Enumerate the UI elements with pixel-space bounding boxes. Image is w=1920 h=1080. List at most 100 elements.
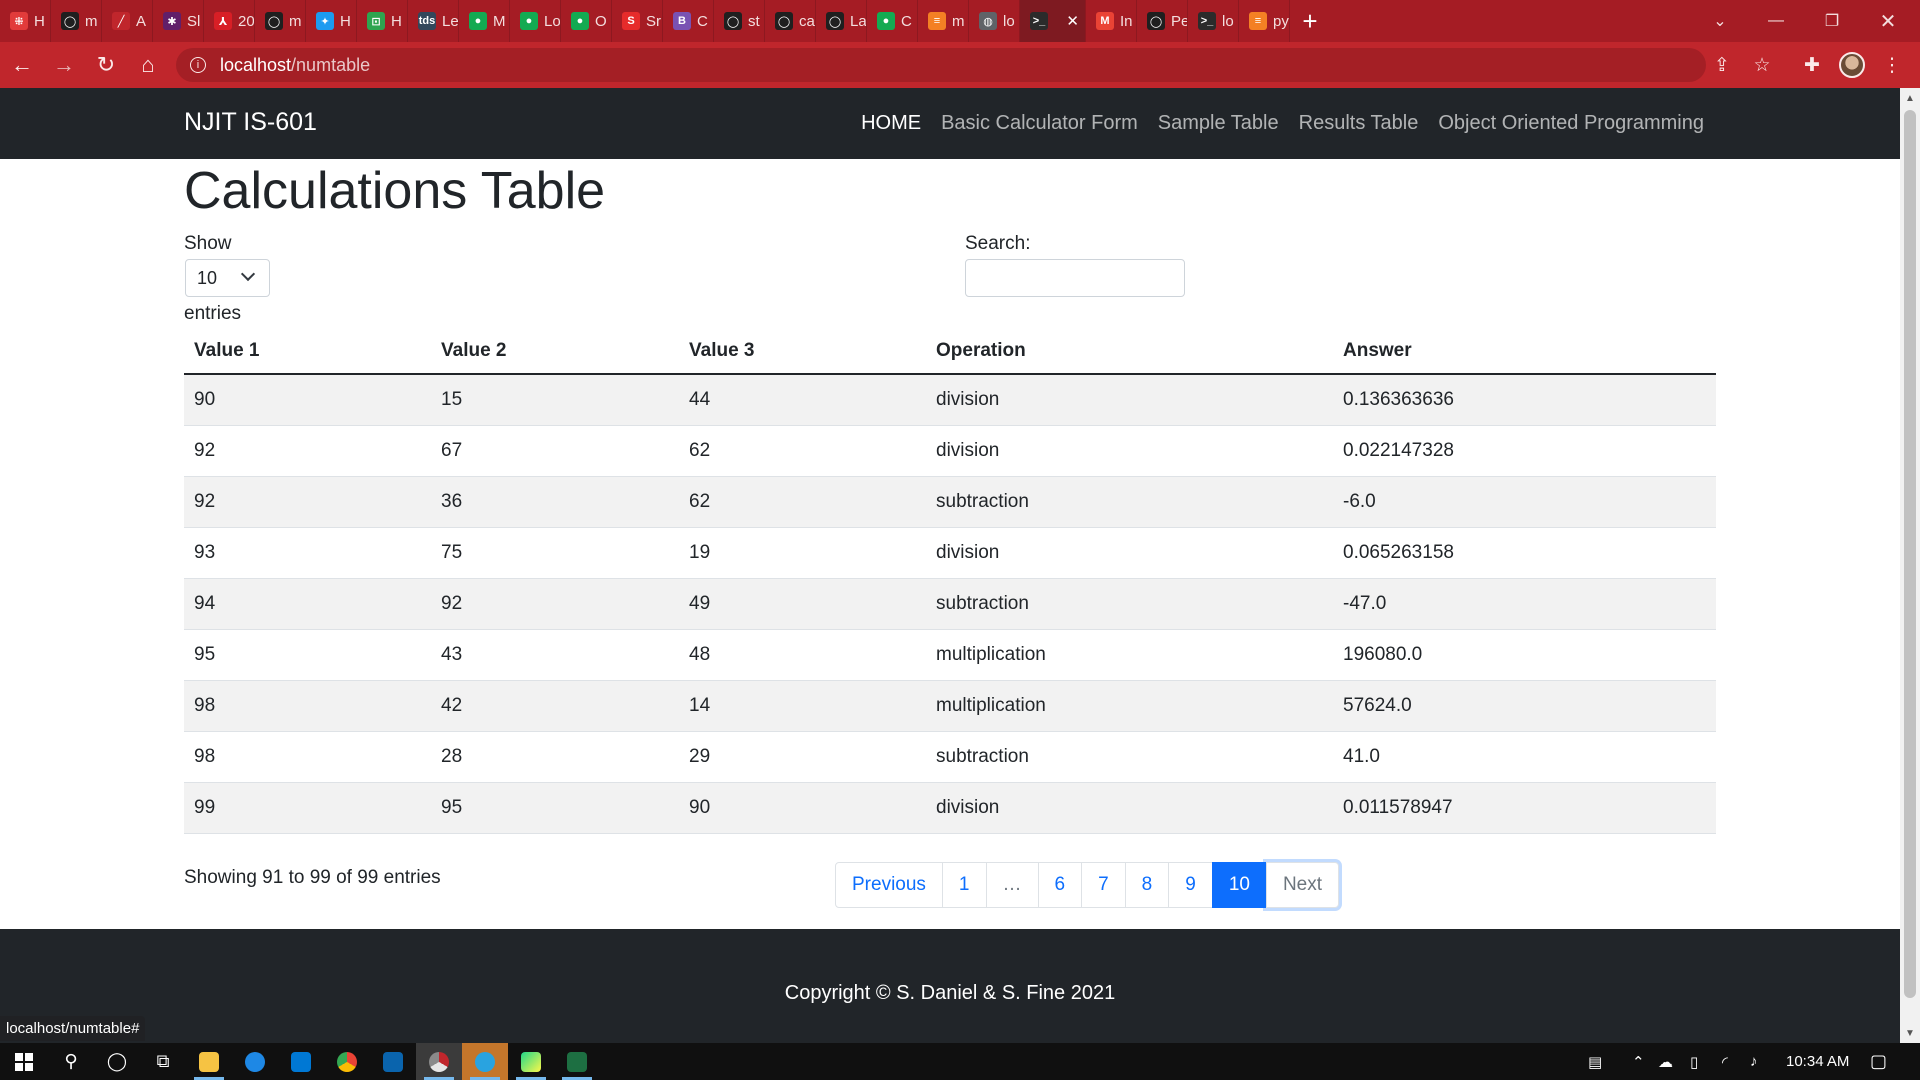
browser-tab[interactable]: M In — [1086, 0, 1137, 42]
forward-icon[interactable]: → — [44, 45, 84, 85]
entries-select[interactable]: 10 — [185, 259, 270, 297]
pagination-page-9[interactable]: 9 — [1168, 862, 1213, 908]
pagination-next-button[interactable]: Next — [1265, 862, 1340, 908]
browser-tab[interactable]: ● Lo — [510, 0, 561, 42]
task-view-icon[interactable]: ⧉ — [140, 1043, 186, 1080]
clock-time[interactable]: 10:34 AM — [1786, 1043, 1849, 1080]
battery-icon[interactable]: ▯ — [1690, 1043, 1698, 1080]
twitter-icon: ✦ — [316, 12, 334, 30]
hyperskill-icon: ⊡ — [367, 12, 385, 30]
tab-search-icon[interactable]: ⌄ — [1692, 0, 1748, 42]
scrollbar-thumb[interactable] — [1904, 110, 1916, 998]
chrome-icon[interactable] — [324, 1043, 370, 1080]
browser-tab-label: O — [595, 12, 607, 30]
globe-icon: ◍ — [979, 12, 997, 30]
onedrive-icon[interactable]: ☁ — [1658, 1043, 1673, 1080]
address-bar[interactable]: i localhost/numtable — [176, 48, 1706, 82]
browser-tab[interactable]: ◯ ca — [765, 0, 816, 42]
share-icon[interactable]: ⇪ — [1702, 42, 1742, 88]
bookmark-star-icon[interactable]: ☆ — [1742, 42, 1782, 88]
browser-tab[interactable]: ◯ Pe — [1137, 0, 1188, 42]
browser-tab[interactable]: ◯ m — [51, 0, 102, 42]
browser-toolbar: ← → ↻ ⌂ i localhost/numtable ⇪ ☆ ✚ ⋮ — [0, 42, 1920, 88]
browser-tab[interactable]: ● C — [867, 0, 918, 42]
windows-start-icon[interactable] — [0, 1043, 48, 1080]
edge-icon[interactable] — [232, 1043, 278, 1080]
column-header-answer[interactable]: Answer — [1333, 329, 1716, 375]
notifications-icon[interactable]: ▢ — [1870, 1043, 1887, 1080]
table-cell: subtraction — [926, 578, 1333, 630]
search-input[interactable] — [965, 259, 1185, 297]
volume-icon[interactable]: ♪ — [1750, 1043, 1758, 1080]
close-tab-icon[interactable]: ✕ — [1066, 12, 1079, 30]
back-icon[interactable]: ← — [2, 45, 42, 85]
browser-tab[interactable]: ◍ lo — [969, 0, 1020, 42]
nav-link-basic-calculator-form[interactable]: Basic Calculator Form — [941, 112, 1138, 135]
extensions-icon[interactable]: ✚ — [1792, 42, 1832, 88]
column-header-value-3[interactable]: Value 3 — [679, 329, 926, 375]
pagination-page-8[interactable]: 8 — [1124, 862, 1170, 908]
pagination-page-6[interactable]: 6 — [1037, 862, 1083, 908]
scroll-up-arrow-icon[interactable]: ▲ — [1900, 88, 1920, 108]
browser-tab[interactable]: ⅄ 20 — [204, 0, 255, 42]
table-cell: 99 — [184, 782, 431, 834]
menu-kebab-icon[interactable]: ⋮ — [1872, 42, 1912, 88]
chrome-active-icon[interactable] — [416, 1043, 462, 1080]
nav-link-object-oriented-programming[interactable]: Object Oriented Programming — [1438, 112, 1704, 135]
column-header-operation[interactable]: Operation — [926, 329, 1333, 375]
scroll-down-arrow-icon[interactable]: ▼ — [1900, 1023, 1920, 1043]
minimize-icon[interactable]: — — [1748, 0, 1804, 42]
profile-avatar[interactable] — [1832, 42, 1872, 88]
site-navbar: NJIT IS-601 HOME Basic Calculator Form S… — [0, 88, 1900, 159]
wifi-icon[interactable]: ◜ — [1722, 1043, 1728, 1080]
news-icon[interactable]: ▤ — [1588, 1043, 1602, 1080]
browser-tab[interactable]: ● M — [459, 0, 510, 42]
browser-tab[interactable]: ● O — [561, 0, 612, 42]
file-explorer-icon[interactable] — [186, 1043, 232, 1080]
app-orange-icon[interactable] — [462, 1043, 508, 1080]
browser-tab[interactable]: ✦ H — [306, 0, 357, 42]
reload-icon[interactable]: ↻ — [86, 45, 126, 85]
browser-tab[interactable]: S Sr — [612, 0, 663, 42]
browser-tab[interactable]: ✱ Sl — [153, 0, 204, 42]
browser-tab[interactable]: ◯ La — [816, 0, 867, 42]
nav-link-results-table[interactable]: Results Table — [1299, 112, 1419, 135]
table-cell: -47.0 — [1333, 578, 1716, 630]
table-cell: 0.022147328 — [1333, 425, 1716, 477]
pycharm-icon[interactable] — [508, 1043, 554, 1080]
column-header-value-1[interactable]: Value 1 — [184, 329, 431, 375]
browser-tab[interactable]: ⁜ H — [0, 0, 51, 42]
pagination-previous-button[interactable]: Previous — [835, 862, 943, 908]
pagination-page-1[interactable]: 1 — [941, 862, 987, 908]
browser-tab[interactable]: ≡ m — [918, 0, 969, 42]
browser-tab[interactable]: ⊡ H — [357, 0, 408, 42]
close-window-icon[interactable]: ✕ — [1860, 0, 1916, 42]
browser-tab[interactable]: ◯ m — [255, 0, 306, 42]
search-icon[interactable]: ⚲ — [48, 1043, 94, 1080]
table-cell: 43 — [431, 629, 679, 681]
mongodb-icon: ● — [571, 12, 589, 30]
pagination-page-7[interactable]: 7 — [1081, 862, 1126, 908]
site-brand[interactable]: NJIT IS-601 — [184, 108, 317, 137]
browser-tab[interactable]: >_ ✕ — [1020, 0, 1086, 42]
site-info-icon[interactable]: i — [190, 57, 206, 73]
store-icon[interactable] — [278, 1043, 324, 1080]
pagination-page-10-current[interactable]: 10 — [1211, 862, 1267, 908]
tray-chevron-up-icon[interactable]: ⌃ — [1632, 1043, 1645, 1080]
nav-link-sample-table[interactable]: Sample Table — [1158, 112, 1279, 135]
page-scrollbar[interactable]: ▲ ▼ — [1900, 88, 1920, 1043]
restore-icon[interactable]: ❐ — [1804, 0, 1860, 42]
cortana-icon[interactable]: ◯ — [94, 1043, 140, 1080]
browser-tab[interactable]: ◯ st — [714, 0, 765, 42]
home-icon[interactable]: ⌂ — [128, 45, 168, 85]
browser-tab[interactable]: >_ lo — [1188, 0, 1239, 42]
column-header-value-2[interactable]: Value 2 — [431, 329, 679, 375]
browser-tab[interactable]: ≡ py — [1239, 0, 1290, 42]
new-tab-button[interactable]: + — [1290, 0, 1330, 42]
mail-icon[interactable] — [370, 1043, 416, 1080]
excel-icon[interactable] — [554, 1043, 600, 1080]
nav-link-home[interactable]: HOME — [861, 112, 921, 135]
browser-tab[interactable]: ╱ A — [102, 0, 153, 42]
browser-tab[interactable]: tds Le — [408, 0, 459, 42]
browser-tab[interactable]: BC — [663, 0, 714, 42]
